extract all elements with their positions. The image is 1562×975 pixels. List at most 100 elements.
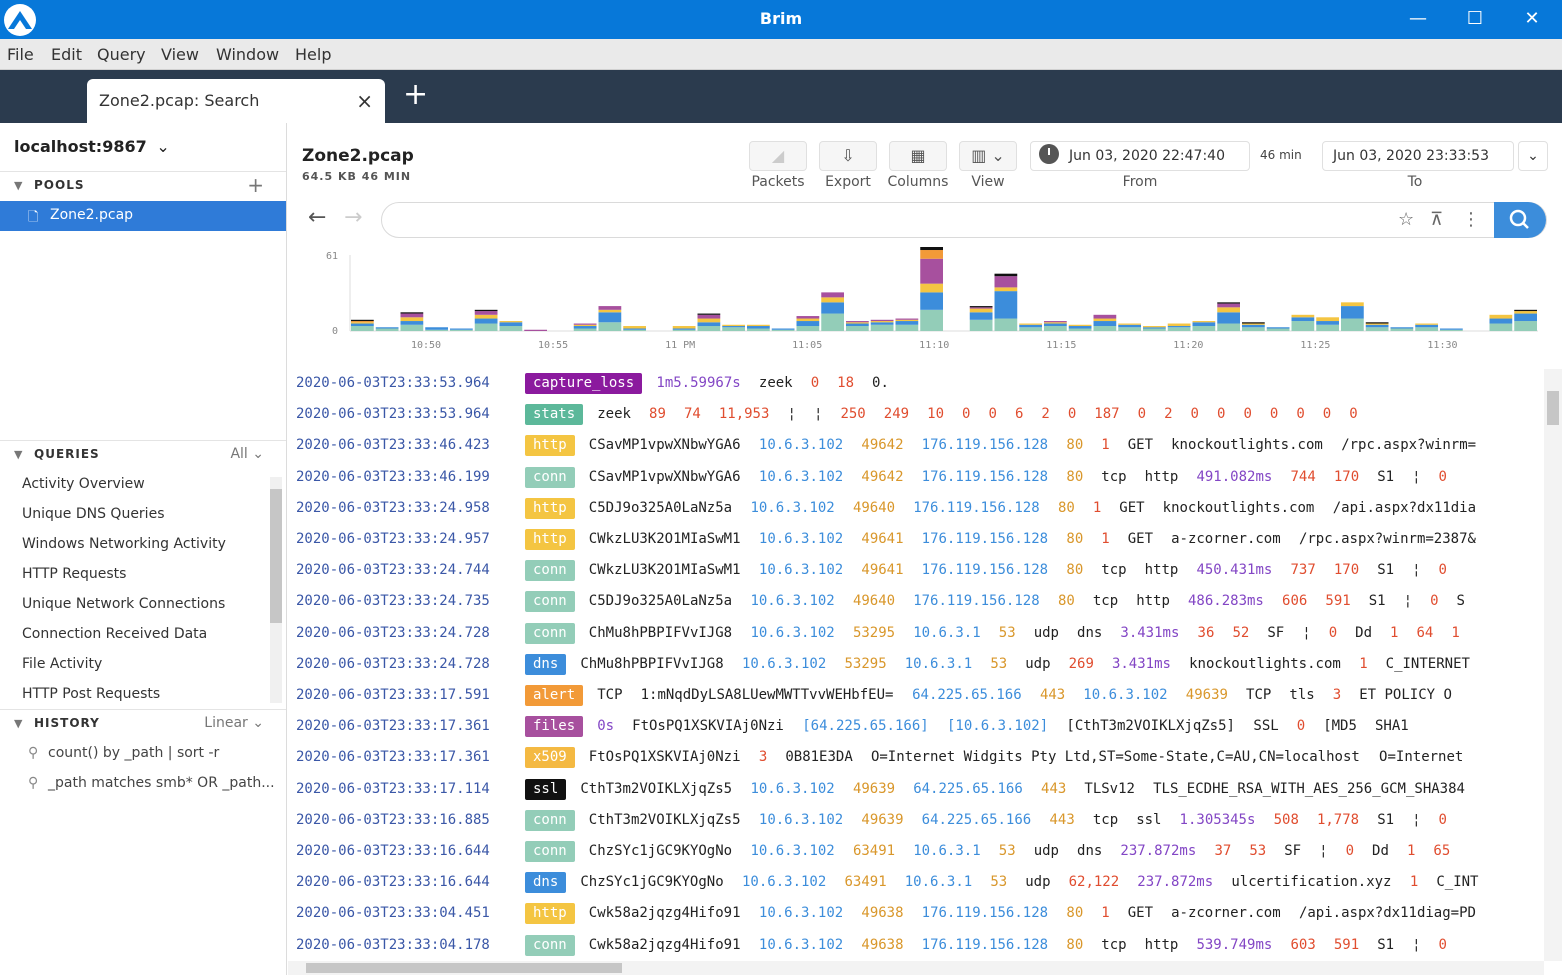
histogram-bar-segment[interactable] [1143, 326, 1166, 328]
history-section-header[interactable]: ▼ HISTORY Linear ⌄ [0, 709, 286, 737]
histogram-bar-segment[interactable] [1390, 328, 1414, 331]
histogram-bar-segment[interactable] [1044, 323, 1067, 327]
timestamp-cell[interactable]: 2020-06-03T23:33:16.644 [296, 843, 490, 859]
to-date-button[interactable]: Jun 03, 2020 23:33:53 [1322, 141, 1514, 171]
histogram-chart[interactable]: 0 61 10:50 10:55 11 PM 11:05 11:10 11:15 11:20 11… [288, 247, 1562, 367]
table-cell[interactable]: 49642 [861, 469, 903, 485]
table-cell[interactable]: 6 [1015, 406, 1023, 422]
table-cell[interactable]: C_INT [1436, 874, 1478, 890]
table-cell[interactable]: 0. [872, 375, 889, 391]
histogram-bar-segment[interactable] [1242, 324, 1265, 328]
timestamp-cell[interactable]: 2020-06-03T23:33:46.199 [296, 469, 490, 485]
table-cell[interactable]: 176.119.156.128 [922, 437, 1048, 453]
table-cell[interactable]: GET [1119, 500, 1144, 516]
menu-edit[interactable]: Edit [51, 45, 82, 64]
histogram-bar-segment[interactable] [821, 297, 844, 303]
histogram-bar-segment[interactable] [1341, 318, 1364, 331]
histogram-bar-segment[interactable] [672, 329, 696, 331]
table-cell[interactable]: 0 [989, 406, 997, 422]
table-cell[interactable]: 1 [1451, 625, 1459, 641]
close-window-button[interactable]: ✕ [1520, 8, 1544, 30]
histogram-bar-segment[interactable] [796, 316, 820, 319]
table-cell[interactable]: 176.119.156.128 [922, 905, 1048, 921]
table-cell[interactable]: 80 [1066, 562, 1083, 578]
table-cell[interactable]: 64 [1417, 625, 1434, 641]
table-cell[interactable]: 176.119.156.128 [913, 593, 1039, 609]
histogram-bar-segment[interactable] [870, 322, 894, 325]
path-badge[interactable]: http [525, 529, 575, 550]
path-badge[interactable]: conn [525, 934, 575, 956]
table-cell[interactable]: Dd [1355, 625, 1372, 641]
histogram-bar-segment[interactable] [1217, 307, 1240, 313]
table-cell[interactable]: 64.225.65.166 [912, 687, 1022, 703]
table-cell[interactable]: 10.6.3.1 [905, 656, 972, 672]
minimize-button[interactable]: — [1406, 8, 1430, 30]
table-cell[interactable]: udp [1034, 843, 1059, 859]
table-row[interactable]: 2020-06-03T23:33:16.644 dns ChzSYc1jGC9KYO… [288, 868, 1544, 899]
table-cell[interactable]: 0 [1068, 406, 1076, 422]
table-cell[interactable]: TLSv12 [1084, 781, 1135, 797]
table-cell[interactable]: 49638 [861, 905, 903, 921]
table-cell[interactable]: 591 [1325, 593, 1350, 609]
histogram-bar-segment[interactable] [623, 328, 646, 330]
table-cell[interactable]: CthT3m2VOIKLXjqZs5 [589, 812, 741, 828]
table-cell[interactable]: 1 [1390, 625, 1398, 641]
histogram-bar-segment[interactable] [747, 326, 770, 329]
histogram-bar-segment[interactable] [969, 307, 993, 309]
table-cell[interactable]: 10.6.3.1 [905, 874, 972, 890]
scrollbar-thumb[interactable] [1547, 391, 1559, 425]
table-row[interactable]: 2020-06-03T23:33:24.735 conn C5DJ9o325A0La… [288, 587, 1544, 618]
table-cell[interactable]: 10.6.3.1 [913, 625, 980, 641]
histogram-bar-segment[interactable] [1291, 317, 1315, 322]
table-cell[interactable]: http [1145, 937, 1179, 953]
histogram-bar-segment[interactable] [351, 322, 374, 324]
table-cell[interactable]: udp [1025, 656, 1050, 672]
query-item[interactable]: File Activity [22, 656, 102, 672]
table-row[interactable]: 2020-06-03T23:33:17.361 x509 FtOsPQ1XSKVIA… [288, 743, 1544, 774]
table-cell[interactable]: 491.082ms [1196, 469, 1272, 485]
table-cell[interactable]: TCP [597, 687, 622, 703]
table-cell[interactable]: ChzSYc1jGC9KYOgNo [589, 843, 732, 859]
histogram-bar-segment[interactable] [375, 327, 399, 329]
table-cell[interactable]: 49638 [861, 937, 903, 953]
histogram-bar-segment[interactable] [1093, 318, 1117, 322]
histogram-bar-segment[interactable] [598, 312, 622, 323]
table-cell[interactable]: 176.119.156.128 [922, 531, 1048, 547]
table-cell[interactable]: FtOsPQ1XSKVIAj0Nzi [589, 749, 741, 765]
table-row[interactable]: 2020-06-03T23:33:53.964 stats zeek 89 74 11,9… [288, 400, 1544, 431]
histogram-bar-segment[interactable] [771, 328, 795, 330]
table-cell[interactable]: zeek [759, 375, 793, 391]
table-cell[interactable]: S [1457, 593, 1465, 609]
histogram-bar-segment[interactable] [722, 326, 745, 328]
table-cell[interactable]: ¦ [814, 406, 822, 422]
table-cell[interactable]: 0 [1270, 406, 1278, 422]
histogram-bar-segment[interactable] [524, 329, 547, 331]
histogram-bar-segment[interactable] [920, 258, 943, 284]
results-vertical-scrollbar[interactable] [1544, 369, 1562, 961]
table-cell[interactable]: 62,122 [1069, 874, 1120, 890]
query-item[interactable]: Unique DNS Queries [22, 506, 164, 522]
table-row[interactable]: 2020-06-03T23:33:24.744 conn CWkzLU3K2O1MI… [288, 556, 1544, 587]
histogram-bar-segment[interactable] [1365, 323, 1389, 325]
table-cell[interactable]: CthT3m2VOIKLXjqZs5 [580, 781, 732, 797]
table-cell[interactable]: tls [1289, 687, 1314, 703]
table-cell[interactable]: TLS_ECDHE_RSA_WITH_AES_256_GCM_SHA384 [1153, 781, 1465, 797]
table-cell[interactable]: knockoutlights.com [1171, 437, 1323, 453]
table-cell[interactable]: tcp [1101, 469, 1126, 485]
path-badge[interactable]: alert [525, 685, 584, 706]
histogram-bar-segment[interactable] [499, 326, 523, 331]
histogram-bar-segment[interactable] [1217, 323, 1240, 331]
timestamp-cell[interactable]: 2020-06-03T23:33:24.728 [296, 656, 490, 672]
table-cell[interactable]: 176.119.156.128 [913, 500, 1039, 516]
histogram-bar-segment[interactable] [1242, 323, 1265, 325]
table-cell[interactable]: 744 [1291, 469, 1316, 485]
histogram-bar-segment[interactable] [1440, 328, 1463, 330]
histogram-bar-segment[interactable] [1415, 324, 1438, 328]
table-cell[interactable]: 11,953 [719, 406, 770, 422]
table-cell[interactable]: 64.225.65.166 [922, 812, 1032, 828]
table-cell[interactable]: 80 [1066, 531, 1083, 547]
timestamp-cell[interactable]: 2020-06-03T23:33:17.591 [296, 687, 490, 703]
table-cell[interactable]: /rpc.aspx?winrm=2387& [1299, 531, 1476, 547]
table-cell[interactable]: 10.6.3.102 [750, 593, 834, 609]
table-cell[interactable]: 1 [1101, 437, 1109, 453]
